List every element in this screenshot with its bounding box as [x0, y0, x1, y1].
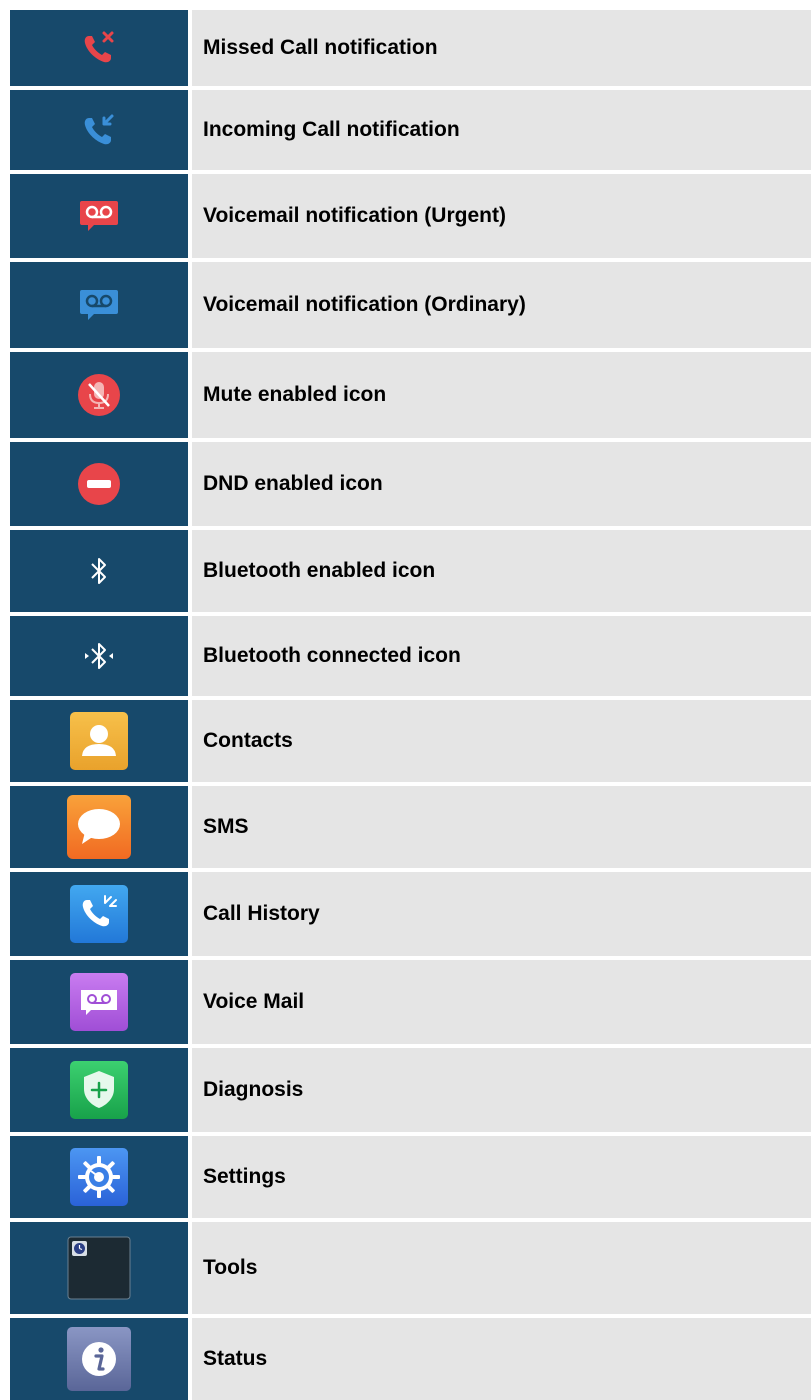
row-label: Status: [192, 1318, 811, 1400]
row-label: Mute enabled icon: [192, 352, 811, 438]
table-row: Voicemail notification (Ordinary): [10, 262, 811, 348]
icon-cell: [10, 530, 188, 612]
icon-cell: [10, 10, 188, 86]
table-row: Settings: [10, 1136, 811, 1218]
dnd-icon: [78, 463, 120, 505]
icon-cell: [10, 872, 188, 956]
icon-cell: [10, 90, 188, 170]
table-row: Diagnosis: [10, 1048, 811, 1132]
table-row: Missed Call notification: [10, 10, 811, 86]
icon-cell: [10, 786, 188, 868]
voice-mail-app-icon: [70, 973, 128, 1031]
table-row: Bluetooth enabled icon: [10, 530, 811, 612]
row-label: Missed Call notification: [192, 10, 811, 86]
missed-call-icon: [84, 31, 114, 63]
table-row: Call History: [10, 872, 811, 956]
icon-cell: [10, 442, 188, 526]
icon-cell: [10, 1048, 188, 1132]
table-row: Tools: [10, 1222, 811, 1314]
table-row: Voicemail notification (Urgent): [10, 174, 811, 258]
table-row: Contacts: [10, 700, 811, 782]
table-row: DND enabled icon: [10, 442, 811, 526]
bluetooth-connected-icon: [85, 643, 113, 669]
voicemail-urgent-icon: [80, 201, 118, 231]
table-row: SMS: [10, 786, 811, 868]
table-row: Mute enabled icon: [10, 352, 811, 438]
voicemail-ordinary-icon: [80, 290, 118, 320]
row-label: SMS: [192, 786, 811, 868]
row-label: Incoming Call notification: [192, 90, 811, 170]
row-label: Tools: [192, 1222, 811, 1314]
table-row: Voice Mail: [10, 960, 811, 1044]
settings-app-icon: [70, 1148, 128, 1206]
bluetooth-enabled-icon: [91, 558, 106, 584]
icon-cell: [10, 262, 188, 348]
diagnosis-app-icon: [70, 1061, 128, 1119]
call-history-app-icon: [70, 885, 128, 943]
icon-cell: [10, 1318, 188, 1400]
icon-cell: [10, 352, 188, 438]
row-label: Voicemail notification (Ordinary): [192, 262, 811, 348]
icon-cell: [10, 960, 188, 1044]
row-label: Call History: [192, 872, 811, 956]
row-label: DND enabled icon: [192, 442, 811, 526]
icon-cell: [10, 1136, 188, 1218]
row-label: Voice Mail: [192, 960, 811, 1044]
row-label: Settings: [192, 1136, 811, 1218]
row-label: Diagnosis: [192, 1048, 811, 1132]
icon-cell: [10, 1222, 188, 1314]
contacts-app-icon: [70, 712, 128, 770]
mute-icon: [78, 374, 120, 416]
tools-app-icon: [67, 1236, 131, 1300]
table-row: Incoming Call notification: [10, 90, 811, 170]
status-app-icon: [67, 1327, 131, 1391]
row-label: Contacts: [192, 700, 811, 782]
row-label: Bluetooth enabled icon: [192, 530, 811, 612]
incoming-call-icon: [84, 114, 114, 145]
sms-app-icon: [67, 795, 131, 859]
row-label: Voicemail notification (Urgent): [192, 174, 811, 258]
icon-cell: [10, 616, 188, 696]
table-row: Status: [10, 1318, 811, 1400]
icon-cell: [10, 700, 188, 782]
row-label: Bluetooth connected icon: [192, 616, 811, 696]
table-row: Bluetooth connected icon: [10, 616, 811, 696]
icon-cell: [10, 174, 188, 258]
